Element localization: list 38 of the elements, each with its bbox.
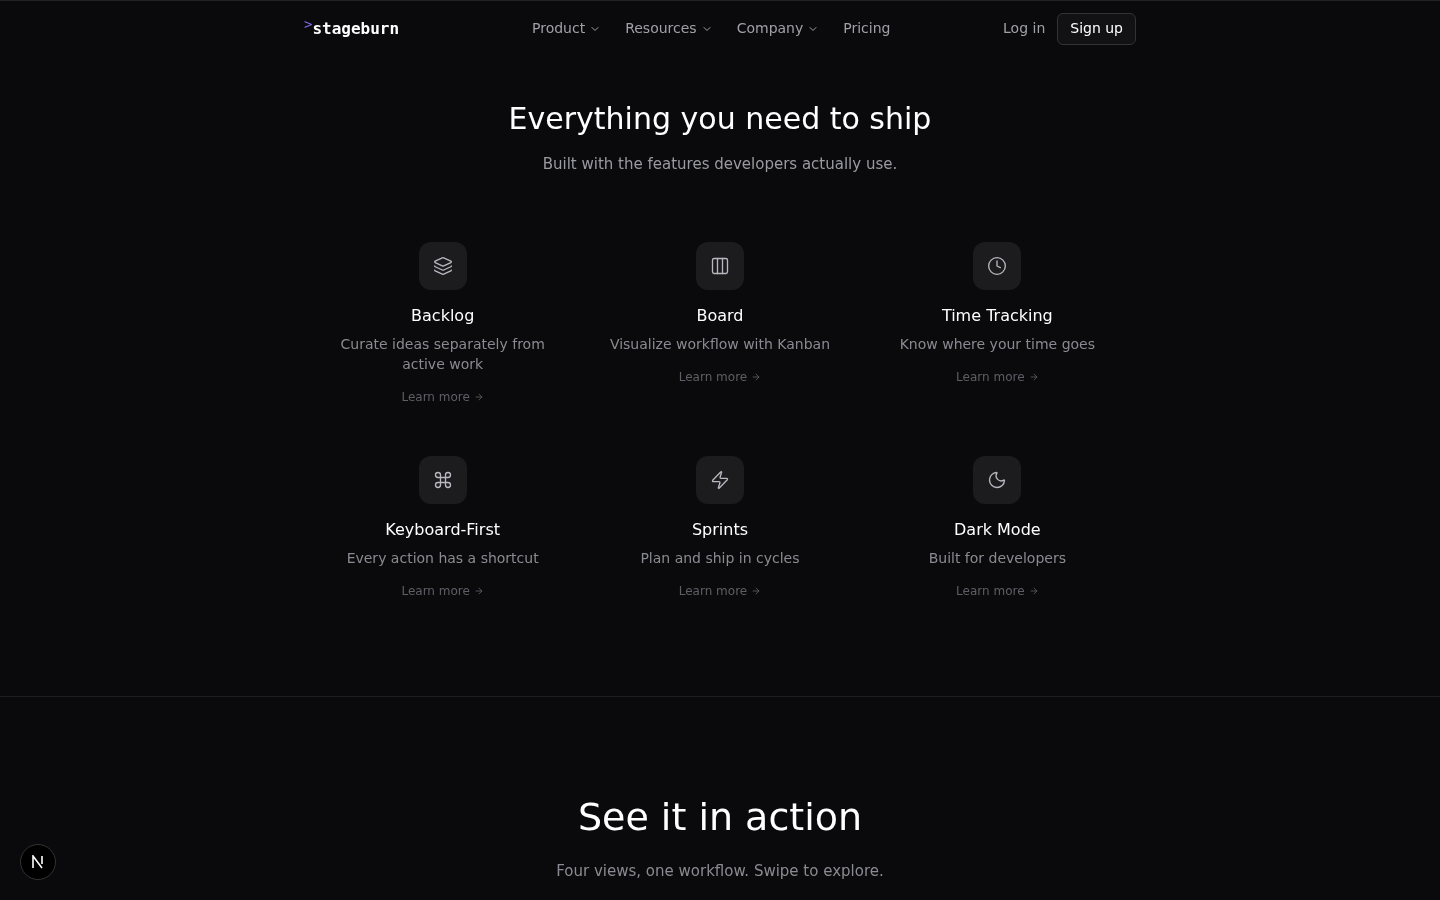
section-title: Everything you need to ship [508, 100, 932, 138]
columns-icon [710, 255, 730, 276]
feature-description: Every action has a shortcut [345, 548, 540, 568]
nav-link[interactable]: Company [736, 18, 820, 39]
logo[interactable]: stageburn [312, 16, 400, 41]
nav-link[interactable]: Resources [625, 18, 713, 39]
feature-description: Built for developers [927, 548, 1067, 568]
arrow-icon [751, 585, 762, 596]
feature-description: Curate ideas separately from active work [339, 334, 546, 374]
feature-title: Board [696, 304, 744, 327]
moon-icon [987, 469, 1008, 490]
lightning-icon [710, 469, 730, 490]
arrow-icon [751, 371, 762, 382]
login-link[interactable]: Log in [1003, 18, 1046, 39]
arrow-icon [1028, 585, 1039, 596]
section-title: See it in action [577, 794, 863, 841]
feature-title: Sprints [691, 518, 749, 541]
command-icon [432, 469, 453, 490]
section-subtitle: Built with the features developers actually use. [542, 154, 898, 175]
dev-tools-button[interactable] [20, 844, 56, 880]
feature-title: Backlog [411, 304, 475, 327]
signup-button[interactable]: Sign up [1057, 12, 1136, 45]
feature-description: Visualize workflow with Kanban [608, 334, 832, 354]
nav-link[interactable]: Pricing [843, 18, 891, 39]
feature-title: Dark Mode [954, 518, 1041, 541]
section-subtitle: Four views, one workflow. Swipe to explore. [556, 861, 884, 882]
layers-icon [432, 255, 453, 276]
nav-link[interactable]: Product [532, 18, 602, 39]
feature-description: Know where your time goes [898, 334, 1096, 354]
clock-icon [987, 255, 1008, 276]
arrow-icon [473, 391, 484, 402]
logo-icon [31, 855, 45, 869]
logo-mark: > [304, 16, 313, 31]
arrow-icon [1028, 371, 1039, 382]
feature-title: Time Tracking [941, 304, 1053, 327]
arrow-icon [473, 585, 484, 596]
feature-title: Keyboard-First [385, 518, 500, 541]
feature-description: Plan and ship in cycles [639, 548, 801, 568]
